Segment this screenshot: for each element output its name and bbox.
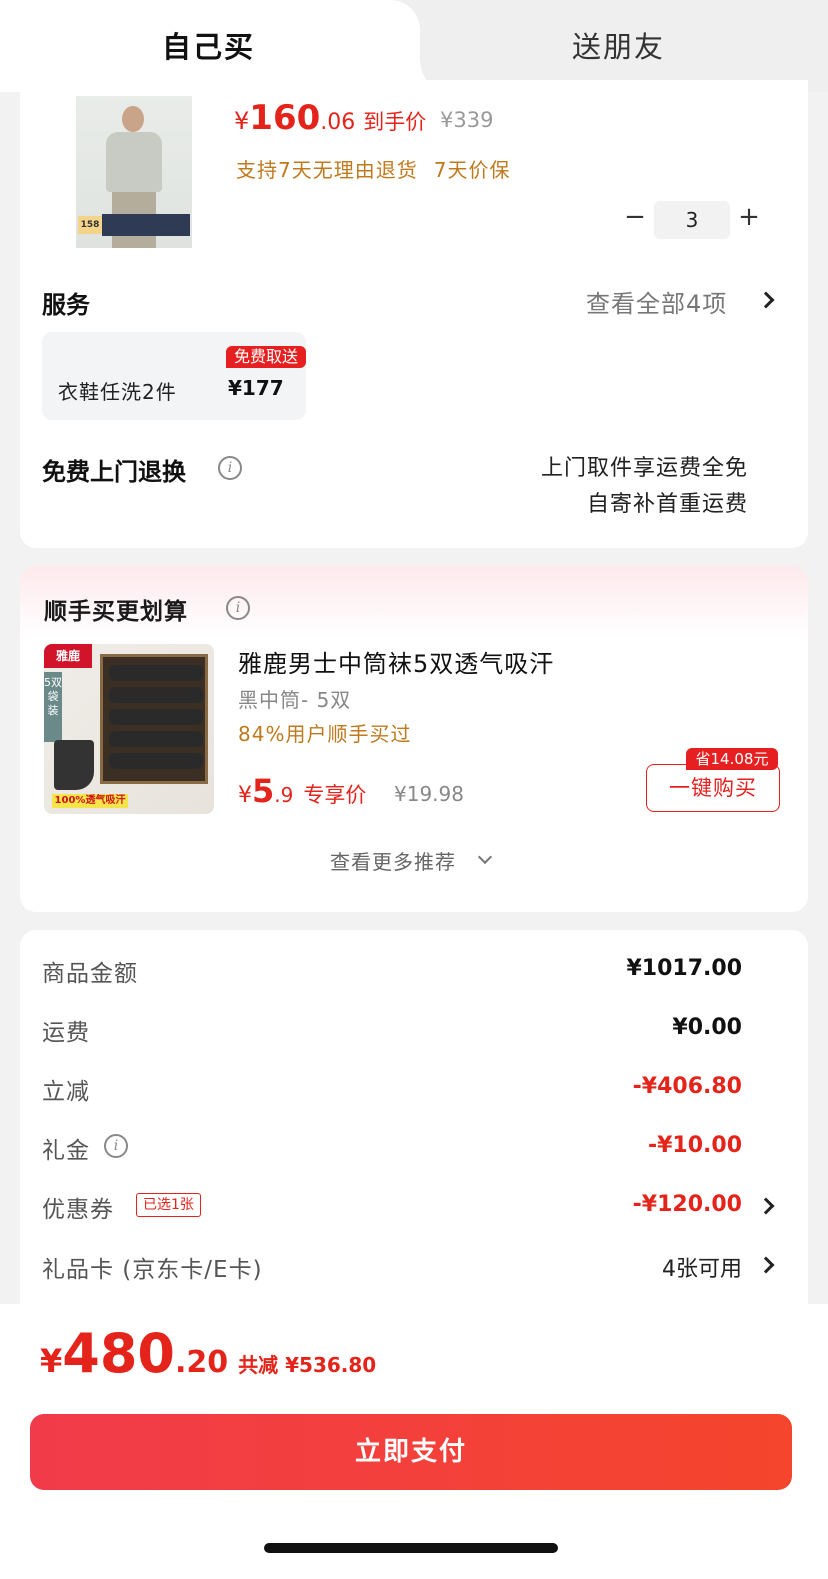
summary-label-goods: 商品金额 [42, 961, 138, 987]
quantity-increase-button[interactable]: + [738, 202, 760, 232]
one-click-buy-button[interactable]: 一键购买 [646, 764, 780, 812]
free-return-desc-2: 自寄补首重运费 [586, 492, 748, 517]
price-label: 到手价 [363, 110, 427, 134]
save-amount-badge: 省14.08元 [686, 748, 778, 770]
summary-value-coupon[interactable]: -¥120.00 [633, 1192, 742, 1217]
product-image[interactable]: 158 [76, 96, 192, 248]
price-currency: ¥ [238, 783, 252, 808]
quantity-input[interactable]: 3 [654, 201, 730, 239]
summary-value-gift-money: -¥10.00 [647, 1133, 742, 1158]
product-image-model-head [122, 106, 144, 132]
service-option-price: ¥177 [228, 376, 284, 400]
price-label: 专享价 [303, 783, 367, 807]
product-image-model-shirt [106, 132, 162, 192]
recommend-title: 顺手买更划算 [44, 599, 188, 625]
info-icon[interactable]: i [226, 596, 250, 620]
service-view-all-link[interactable]: 查看全部4项 [586, 284, 727, 319]
sock-pack-label: 5双袋装 [44, 672, 62, 742]
summary-value-shipping: ¥0.00 [672, 1015, 742, 1040]
home-indicator[interactable] [264, 1543, 558, 1553]
free-return-title: 免费上门退换 [42, 458, 186, 486]
info-icon[interactable]: i [218, 456, 242, 480]
info-icon[interactable]: i [104, 1134, 128, 1158]
product-image-price-tag: 158 [78, 216, 102, 234]
product-original-price: ¥339 [440, 108, 494, 132]
total-decimal: .20 [175, 1345, 229, 1380]
price-integer: 5 [252, 772, 275, 810]
summary-label-discount: 立减 [42, 1079, 90, 1105]
total-currency: ¥ [40, 1342, 63, 1380]
recommend-price: ¥5.9 专享价 [238, 772, 366, 810]
sock-box-graphic [100, 654, 208, 784]
price-integer: 160 [249, 98, 321, 138]
product-final-price: ¥160.06 到手价 [234, 98, 426, 138]
recommend-product-name[interactable]: 雅鹿男士中筒袜5双透气吸汗 [238, 644, 554, 679]
summary-label-gift-money: 礼金 [42, 1138, 90, 1164]
summary-label-coupon[interactable]: 优惠券 [42, 1190, 114, 1224]
view-more-recommendations[interactable]: 查看更多推荐 [330, 846, 456, 875]
total-saved: 共减 ¥536.80 [238, 1353, 377, 1377]
summary-label-gift-card[interactable]: 礼品卡 (京东卡/E卡) [42, 1250, 263, 1284]
sock-image-caption: 100%透气吸汗 [52, 794, 128, 808]
service-free-pickup-badge: 免费取送 [226, 346, 306, 368]
sock-graphic [54, 740, 94, 790]
price-decimal: .9 [274, 783, 294, 807]
order-total: ¥480.20 共减 ¥536.80 [40, 1322, 376, 1385]
coupon-selected-tag: 已选1张 [136, 1193, 201, 1217]
product-image-promo-banner [102, 214, 190, 236]
product-guarantees: 支持7天无理由退货 7天价保 [236, 154, 510, 183]
price-currency: ¥ [234, 107, 250, 135]
tab-buy-for-self[interactable]: 自己买 [162, 24, 255, 66]
summary-label-shipping: 运费 [42, 1020, 90, 1046]
price-decimal: .06 [320, 110, 356, 135]
recommend-product-spec: 黑中筒- 5双 [238, 688, 352, 712]
total-integer: 480 [62, 1322, 175, 1385]
recommend-bought-stat: 84%用户顺手买过 [238, 722, 412, 746]
tab-send-to-friend[interactable]: 送朋友 [572, 24, 665, 66]
service-title: 服务 [42, 291, 90, 319]
free-return-desc-1: 上门取件享运费全免 [540, 456, 748, 481]
guarantee-price-protect: 7天价保 [433, 158, 511, 182]
summary-value-discount: -¥406.80 [632, 1074, 742, 1099]
recommend-product-image[interactable]: 雅鹿 5双袋装 100%透气吸汗 [44, 644, 214, 814]
summary-value-gift-card[interactable]: 4张可用 [662, 1251, 742, 1283]
quantity-decrease-button[interactable]: − [624, 202, 646, 232]
recommend-original-price: ¥19.98 [394, 782, 464, 806]
summary-value-goods: ¥1017.00 [626, 956, 742, 981]
sock-brand-logo: 雅鹿 [44, 644, 92, 668]
guarantee-7day-return: 支持7天无理由退货 [236, 158, 418, 182]
pay-now-button[interactable]: 立即支付 [30, 1414, 792, 1490]
service-option-name: 衣鞋任洗2件 [58, 380, 177, 404]
tab-bar: 自己买 送朋友 [0, 0, 828, 92]
